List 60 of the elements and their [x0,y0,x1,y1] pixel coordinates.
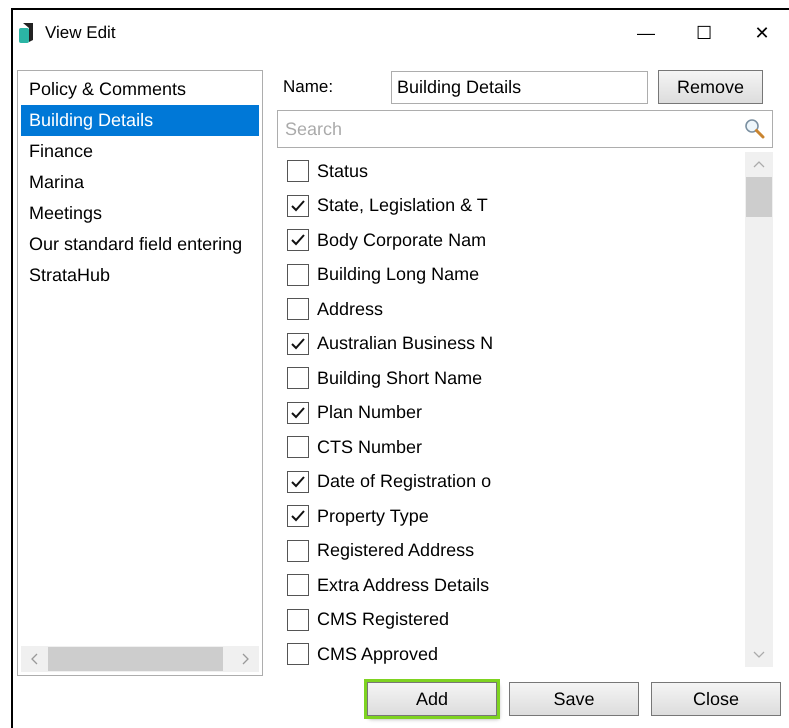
name-field[interactable]: Building Details [391,70,648,104]
checkmark-icon [291,234,305,246]
field-label: Address [317,298,384,321]
field-label: Building Long Name [317,263,480,286]
field-label: Plan Number [317,401,422,424]
search-icon [744,118,766,140]
checkbox[interactable] [287,264,309,286]
field-label: State, Legislation & T [317,194,488,218]
checkbox[interactable] [287,505,309,528]
checkbox[interactable] [287,574,309,596]
field-label: CMS Approved [317,642,438,666]
scrollbar-thumb[interactable] [746,177,772,217]
field-label: Date of Registration o [317,470,492,494]
checkbox[interactable] [287,643,309,666]
field-label: Property Type [317,504,429,528]
view-list-item[interactable]: Meetings [21,198,259,229]
field-label: Registered Address [317,539,474,562]
checkbox[interactable] [287,229,309,252]
field-label: CMS Registered [317,608,450,632]
field-label: Extra Address Details [317,574,490,597]
field-label: Building Short Name [317,366,482,390]
checkmark-icon [291,510,305,522]
save-button[interactable]: Save [509,682,639,716]
search-field[interactable]: Search [277,110,773,148]
checkbox[interactable] [287,540,309,562]
checkmark-icon [291,406,305,419]
field-label: CTS Number [317,436,422,459]
checkbox[interactable] [287,194,309,217]
app-icon [19,22,35,44]
remove-button[interactable]: Remove [658,70,763,104]
view-list-item[interactable]: Policy & Comments [21,74,259,105]
name-label: Name: [283,76,334,98]
checkbox[interactable] [287,298,309,320]
vertical-scrollbar[interactable] [745,152,773,667]
checkbox[interactable] [287,402,309,424]
checkbox[interactable] [287,160,309,182]
view-list-item[interactable]: Our standard field entering [21,229,259,260]
checkmark-icon [291,200,305,212]
view-list-item[interactable]: Finance [21,136,259,167]
close-button[interactable]: Close [651,682,781,716]
horizontal-scrollbar[interactable] [21,646,259,672]
checkmark-icon [291,338,305,350]
checkbox[interactable] [287,332,309,355]
maximize-button[interactable]: ☐ [675,13,733,53]
checkmark-icon [291,476,305,488]
field-label: Australian Business N [317,332,494,356]
field-label: Status [317,160,368,183]
minimize-button[interactable]: — [617,13,675,53]
field-label: Body Corporate Nam [317,228,486,252]
checkbox[interactable] [287,608,309,631]
add-button[interactable]: Add [367,682,497,716]
close-button[interactable]: ✕ [733,13,789,53]
scrollbar-thumb[interactable] [48,647,223,671]
view-list-item[interactable]: StrataHub [21,260,259,291]
view-list-item[interactable]: Building Details [21,105,259,136]
view-list-item[interactable]: Marina [21,167,259,198]
checkbox[interactable] [287,436,309,458]
checkbox[interactable] [287,367,309,390]
window-title: View Edit [45,22,116,44]
checkbox[interactable] [287,470,309,493]
